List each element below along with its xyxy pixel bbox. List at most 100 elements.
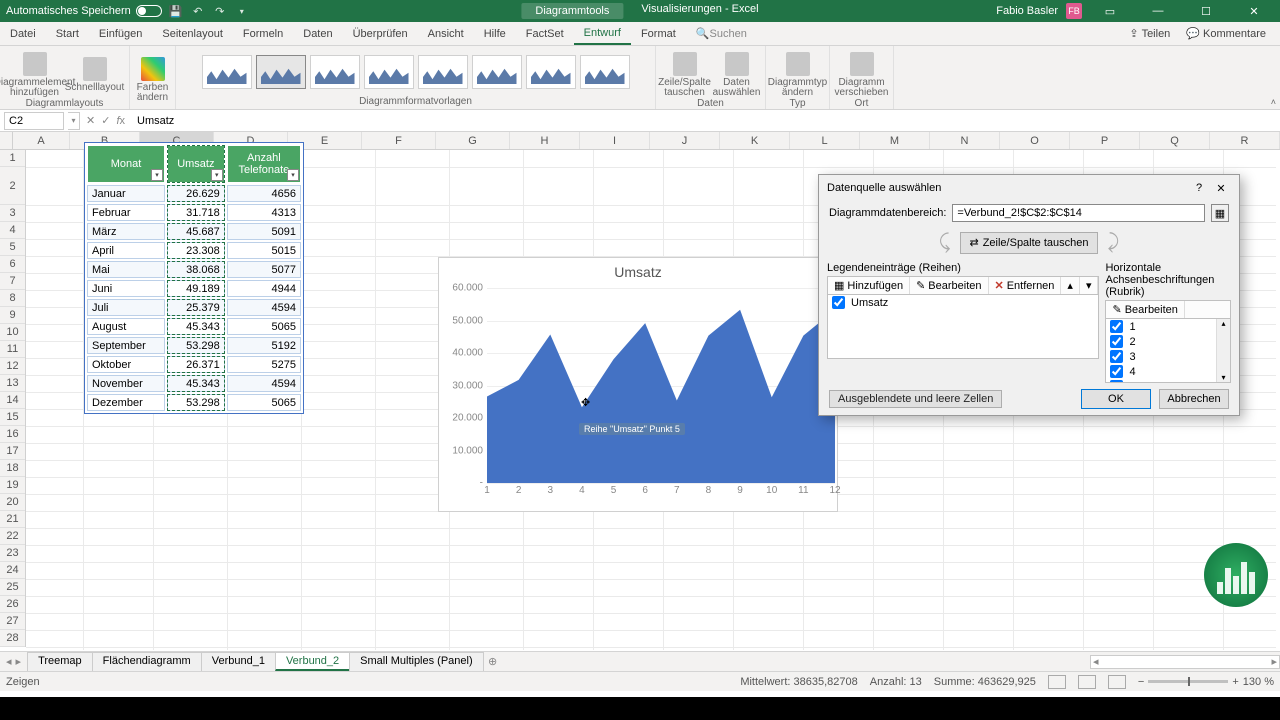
table-cell[interactable]: 5015 xyxy=(227,242,301,259)
user-avatar[interactable]: FB xyxy=(1066,3,1082,19)
table-cell[interactable]: Oktober xyxy=(87,356,165,373)
table-cell[interactable]: 5192 xyxy=(227,337,301,354)
sheet-tab[interactable]: Verbund_2 xyxy=(275,652,350,671)
row-header-22[interactable]: 22 xyxy=(0,528,25,545)
table-cell[interactable]: November xyxy=(87,375,165,392)
tab-datei[interactable]: Datei xyxy=(0,22,46,45)
autosave-toggle[interactable]: Automatisches Speichern xyxy=(6,5,162,17)
zoom-slider[interactable]: −+130 % xyxy=(1138,676,1274,688)
row-header-5[interactable]: 5 xyxy=(0,239,25,256)
table-cell[interactable]: 5091 xyxy=(227,223,301,240)
tab-formeln[interactable]: Formeln xyxy=(233,22,293,45)
col-header-J[interactable]: J xyxy=(650,132,720,149)
sheet-nav-next-icon[interactable]: ▸ xyxy=(16,655,22,668)
tab-seitenlayout[interactable]: Seitenlayout xyxy=(152,22,233,45)
row-header-23[interactable]: 23 xyxy=(0,545,25,562)
row-header-26[interactable]: 26 xyxy=(0,596,25,613)
table-cell[interactable]: 4313 xyxy=(227,204,301,221)
save-icon[interactable]: 💾 xyxy=(168,3,184,19)
axis-item-label[interactable]: 4 xyxy=(1129,366,1135,378)
col-header-H[interactable]: H xyxy=(510,132,580,149)
search-tab[interactable]: 🔍 Suchen xyxy=(686,22,757,45)
chart-style-1[interactable] xyxy=(202,55,252,89)
col-header-N[interactable]: N xyxy=(930,132,1000,149)
filter-icon[interactable]: ▾ xyxy=(211,169,223,181)
collapse-ribbon-icon[interactable]: ˄ xyxy=(1271,97,1276,107)
select-all-corner[interactable] xyxy=(0,132,13,149)
table-cell[interactable]: 31.718 xyxy=(167,204,225,221)
tab-entwurf[interactable]: Entwurf xyxy=(574,22,631,45)
chart-range-input[interactable] xyxy=(952,204,1205,222)
name-box-dropdown-icon[interactable]: ▾ xyxy=(68,112,80,130)
axis-item-checkbox[interactable] xyxy=(1110,365,1123,378)
row-header-11[interactable]: 11 xyxy=(0,341,25,358)
chart-area-series[interactable] xyxy=(487,288,835,483)
range-picker-icon[interactable]: ▦ xyxy=(1211,204,1229,222)
table-cell[interactable]: 53.298 xyxy=(167,394,225,411)
col-header-M[interactable]: M xyxy=(860,132,930,149)
row-header-28[interactable]: 28 xyxy=(0,630,25,647)
row-header-4[interactable]: 4 xyxy=(0,222,25,239)
cancel-formula-icon[interactable]: ✕ xyxy=(86,114,95,127)
col-header-A[interactable]: A xyxy=(13,132,70,149)
cancel-button[interactable]: Abbrechen xyxy=(1159,389,1229,409)
legend-item-checkbox[interactable] xyxy=(832,296,845,309)
dialog-close-icon[interactable]: ✕ xyxy=(1211,179,1231,197)
share-button[interactable]: ⇪ Teilen xyxy=(1123,25,1176,42)
table-header[interactable]: Monat▾ xyxy=(87,145,165,183)
page-layout-view-icon[interactable] xyxy=(1078,675,1096,689)
tab-einfügen[interactable]: Einfügen xyxy=(89,22,152,45)
change-chart-type-button[interactable]: Diagrammtyp ändern xyxy=(769,48,827,98)
close-icon[interactable]: ✕ xyxy=(1234,0,1274,22)
worksheet-grid[interactable]: ABCDEFGHIJKLMNOPQR 123456789101112131415… xyxy=(0,132,1280,651)
row-header-25[interactable]: 25 xyxy=(0,579,25,596)
col-header-G[interactable]: G xyxy=(436,132,510,149)
col-header-K[interactable]: K xyxy=(720,132,790,149)
confirm-formula-icon[interactable]: ✓ xyxy=(101,114,110,127)
row-header-27[interactable]: 27 xyxy=(0,613,25,630)
chart-style-7[interactable] xyxy=(526,55,576,89)
tab-überprüfen[interactable]: Überprüfen xyxy=(343,22,418,45)
axis-edit-button[interactable]: ✎Bearbeiten xyxy=(1106,301,1184,318)
table-cell[interactable]: 4594 xyxy=(227,375,301,392)
legend-edit-button[interactable]: ✎Bearbeiten xyxy=(910,277,988,294)
chart-style-4[interactable] xyxy=(364,55,414,89)
legend-up-icon[interactable]: ▴ xyxy=(1061,277,1080,294)
tab-daten[interactable]: Daten xyxy=(293,22,342,45)
axis-item-label[interactable]: 5 xyxy=(1129,381,1135,384)
fx-icon[interactable]: fx xyxy=(116,115,125,127)
row-header-21[interactable]: 21 xyxy=(0,511,25,528)
legend-add-button[interactable]: ▦Hinzufügen xyxy=(828,277,910,294)
table-cell[interactable]: 5275 xyxy=(227,356,301,373)
switch-row-column-button[interactable]: ⇄Zeile/Spalte tauschen xyxy=(960,232,1097,254)
table-cell[interactable]: 26.629 xyxy=(167,185,225,202)
col-header-O[interactable]: O xyxy=(1000,132,1070,149)
data-table[interactable]: Monat▾Umsatz▾AnzahlTelefonate▾ Januar26.… xyxy=(84,142,304,414)
table-cell[interactable]: Dezember xyxy=(87,394,165,411)
chart-title[interactable]: Umsatz xyxy=(439,258,837,286)
hidden-cells-button[interactable]: Ausgeblendete und leere Zellen xyxy=(829,390,1002,408)
table-cell[interactable]: Februar xyxy=(87,204,165,221)
redo-icon[interactable]: ↷ xyxy=(212,3,228,19)
table-cell[interactable]: Juli xyxy=(87,299,165,316)
table-cell[interactable]: 38.068 xyxy=(167,261,225,278)
table-cell[interactable]: 5065 xyxy=(227,394,301,411)
axis-item-checkbox[interactable] xyxy=(1110,350,1123,363)
table-cell[interactable]: April xyxy=(87,242,165,259)
row-header-16[interactable]: 16 xyxy=(0,426,25,443)
table-cell[interactable]: August xyxy=(87,318,165,335)
col-header-P[interactable]: P xyxy=(1070,132,1140,149)
sheet-tab[interactable]: Small Multiples (Panel) xyxy=(349,652,483,671)
chart-style-6[interactable] xyxy=(472,55,522,89)
sheet-tab[interactable]: Treemap xyxy=(27,652,93,671)
tab-start[interactable]: Start xyxy=(46,22,89,45)
row-header-19[interactable]: 19 xyxy=(0,477,25,494)
axis-list-scrollbar[interactable]: ▴ ▾ xyxy=(1216,319,1230,382)
row-header-14[interactable]: 14 xyxy=(0,392,25,409)
change-colors-button[interactable]: Farben ändern xyxy=(133,53,173,103)
table-cell[interactable]: Mai xyxy=(87,261,165,278)
table-cell[interactable]: 45.343 xyxy=(167,375,225,392)
legend-item-label[interactable]: Umsatz xyxy=(851,297,888,309)
table-header[interactable]: AnzahlTelefonate▾ xyxy=(227,145,301,183)
chart-style-5[interactable] xyxy=(418,55,468,89)
